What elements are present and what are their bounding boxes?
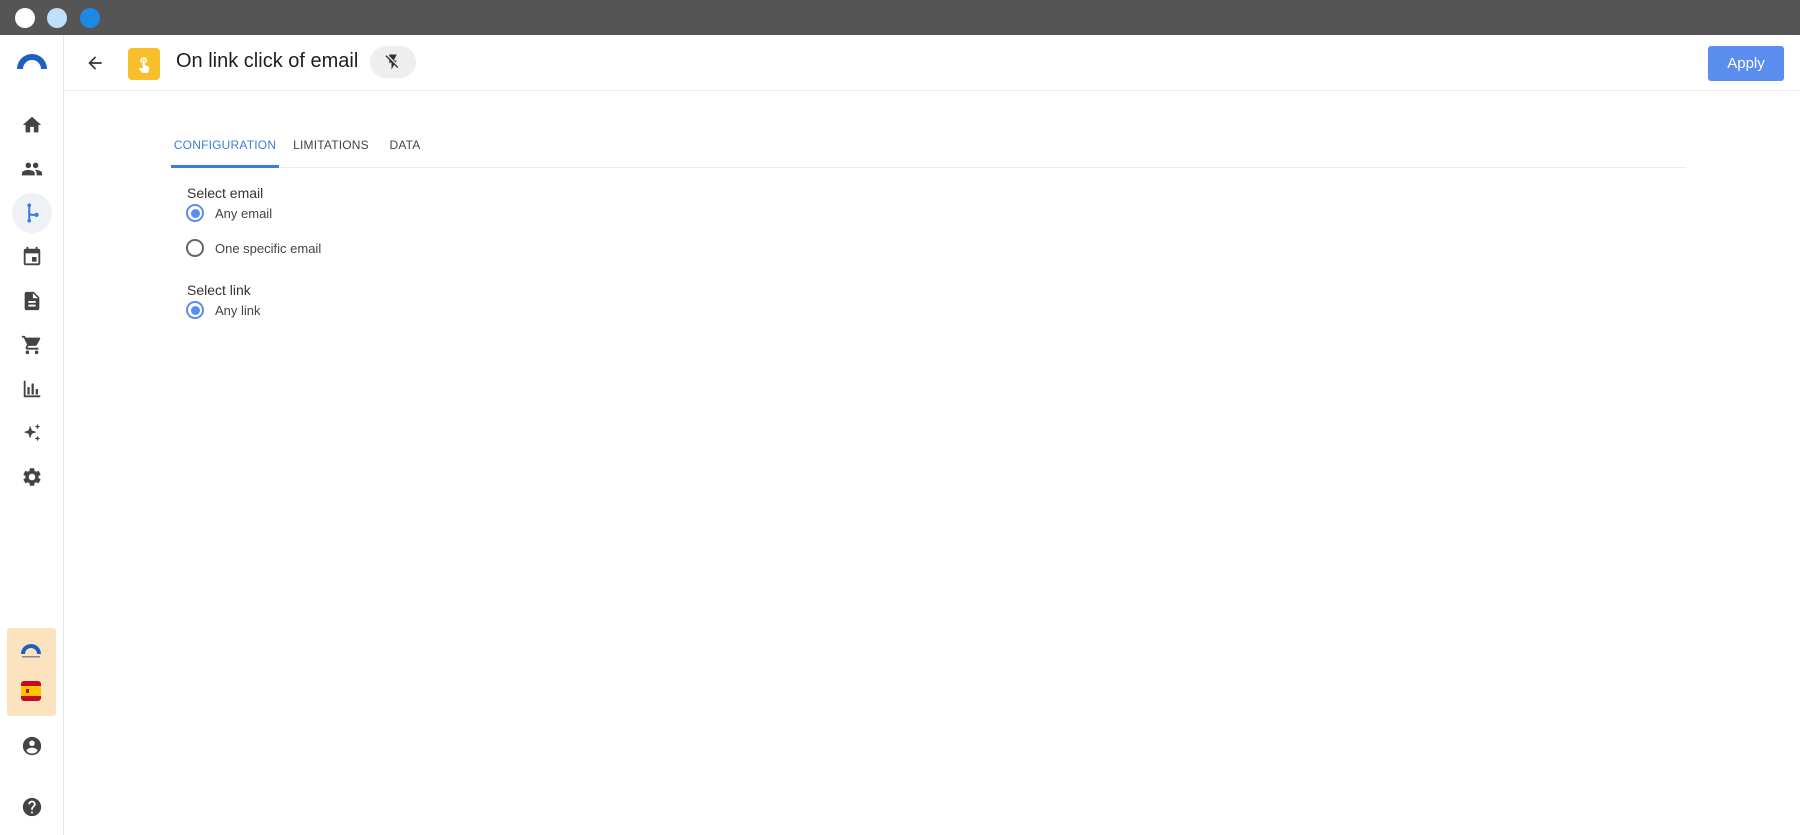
sidebar-item-ai[interactable] [12, 413, 52, 453]
home-icon [22, 116, 42, 133]
sidebar-item-settings[interactable] [12, 457, 52, 497]
spain-flag-icon [21, 681, 41, 701]
radio-any-link[interactable]: Any link [186, 301, 261, 319]
select-email-label: Select email [187, 185, 264, 201]
tab-data[interactable]: DATA [375, 125, 435, 165]
select-link-label: Select link [187, 282, 251, 298]
people-icon [21, 162, 43, 176]
pointer-click-icon [138, 57, 150, 73]
arrow-left-icon [88, 56, 102, 70]
radio-button[interactable] [186, 239, 204, 257]
sidebar-item-calendar[interactable] [12, 237, 52, 277]
bar-chart-icon [23, 380, 41, 398]
back-button[interactable] [83, 51, 107, 75]
sidebar-item-shop[interactable] [12, 325, 52, 365]
app-logo-icon[interactable] [15, 51, 49, 76]
gear-icon [23, 468, 41, 486]
radio-button-checked[interactable] [186, 204, 204, 222]
radio-button-checked[interactable] [186, 301, 204, 319]
tab-bar: CONFIGURATION LIMITATIONS DATA [171, 125, 1686, 168]
radio-any-email[interactable]: Any email [186, 204, 272, 222]
page-header: On link click of email Apply [64, 35, 1800, 91]
radio-label: Any link [215, 302, 261, 318]
calendar-icon [23, 246, 41, 266]
radio-label: One specific email [215, 240, 322, 256]
flash-off-icon [385, 54, 399, 70]
help-icon [22, 797, 42, 817]
sidebar-item-workflows[interactable] [12, 193, 52, 233]
workspace-logo-icon [19, 642, 43, 665]
window-minimize-button[interactable] [47, 8, 67, 28]
sidebar-item-help[interactable] [12, 787, 52, 827]
cart-icon [21, 335, 41, 355]
sidebar-item-contacts[interactable] [12, 149, 52, 189]
apply-button[interactable]: Apply [1708, 46, 1784, 81]
document-icon [24, 291, 40, 311]
sidebar-item-analytics[interactable] [12, 369, 52, 409]
tab-limitations[interactable]: LIMITATIONS [285, 125, 377, 165]
workspace-switcher[interactable] [7, 628, 56, 716]
sparkles-icon [23, 423, 41, 442]
trigger-toggle-button[interactable] [370, 46, 416, 78]
radio-one-specific-email[interactable]: One specific email [186, 239, 321, 257]
sidebar-item-account[interactable] [12, 726, 52, 766]
sidebar [0, 35, 64, 835]
sidebar-item-home[interactable] [12, 105, 52, 145]
trigger-type-badge [128, 48, 160, 80]
window-maximize-button[interactable] [80, 8, 100, 28]
tab-configuration[interactable]: CONFIGURATION [171, 125, 279, 168]
window-close-button[interactable] [15, 8, 35, 28]
window-titlebar [0, 0, 1800, 35]
page-title: On link click of email [176, 50, 359, 72]
radio-label: Any email [215, 205, 273, 221]
account-icon [22, 736, 42, 756]
sidebar-item-documents[interactable] [12, 281, 52, 321]
workflow-icon [27, 203, 39, 223]
